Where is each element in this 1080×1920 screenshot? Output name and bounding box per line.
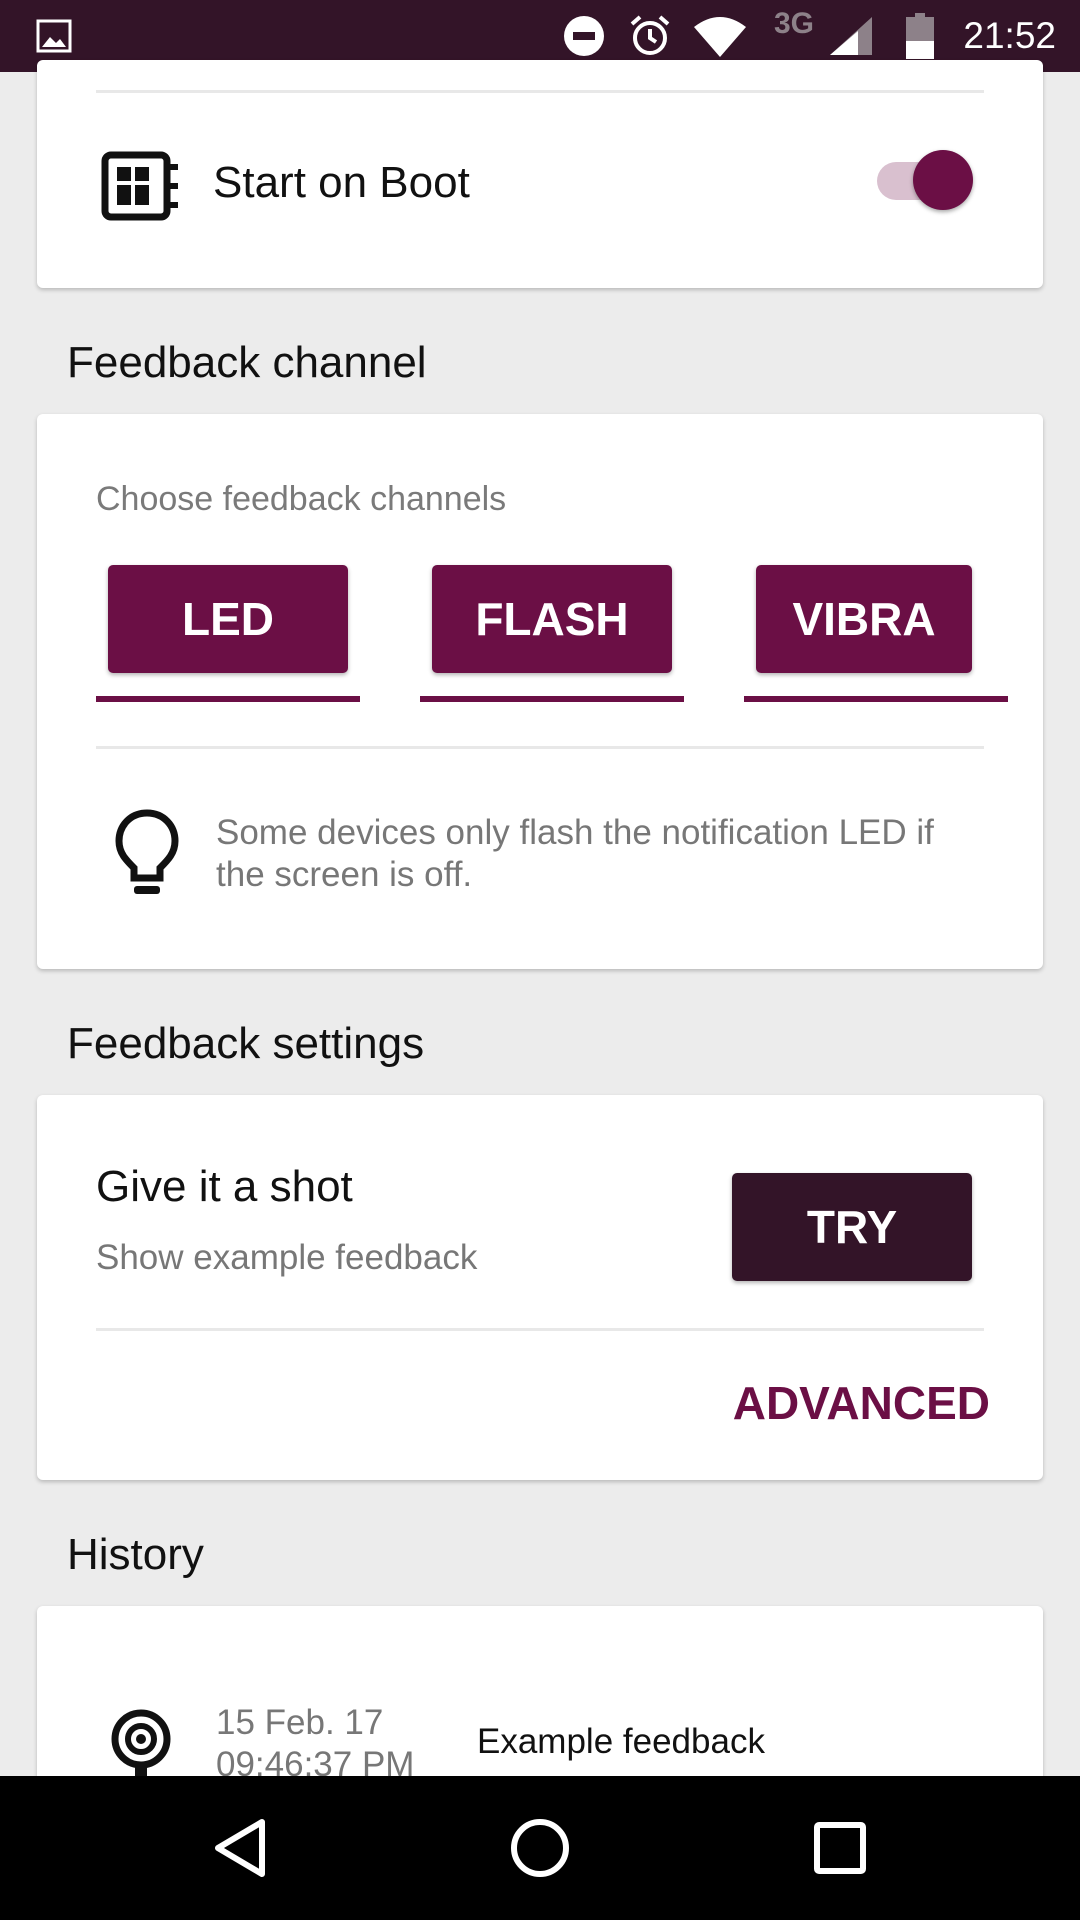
network-label: 3G: [773, 7, 815, 40]
divider: [96, 746, 984, 749]
divider: [96, 90, 984, 93]
network-type: 3G: [764, 0, 824, 60]
led-button[interactable]: LED: [108, 565, 348, 673]
history-date: 15 Feb. 17: [216, 1703, 384, 1742]
back-icon[interactable]: [180, 1776, 300, 1920]
section-title-history: History: [67, 1530, 204, 1579]
history-label: Example feedback: [477, 1722, 765, 1761]
divider: [96, 1328, 984, 1331]
recents-icon[interactable]: [780, 1776, 900, 1920]
led-underline: [96, 696, 360, 702]
channel-hint: Choose feedback channels: [96, 480, 507, 518]
try-title: Give it a shot: [96, 1162, 353, 1211]
try-subtitle: Show example feedback: [96, 1238, 478, 1277]
vibra-underline: [744, 696, 1008, 702]
flash-underline: [420, 696, 684, 702]
try-button[interactable]: TRY: [732, 1173, 972, 1281]
led-tip: Some devices only flash the notification…: [216, 813, 934, 894]
boot-label: Start on Boot: [213, 158, 470, 207]
camera-icon: [110, 1708, 174, 1776]
vibra-button[interactable]: VIBRA: [756, 565, 972, 673]
chip-icon: [100, 150, 180, 222]
lightbulb-icon: [114, 808, 180, 900]
flash-button[interactable]: FLASH: [432, 565, 672, 673]
boot-toggle-thumb[interactable]: [913, 150, 973, 210]
section-title-feedback-channel: Feedback channel: [67, 338, 427, 387]
section-title-feedback-settings: Feedback settings: [67, 1019, 425, 1068]
home-icon[interactable]: [480, 1776, 600, 1920]
advanced-button[interactable]: ADVANCED: [700, 1368, 990, 1438]
